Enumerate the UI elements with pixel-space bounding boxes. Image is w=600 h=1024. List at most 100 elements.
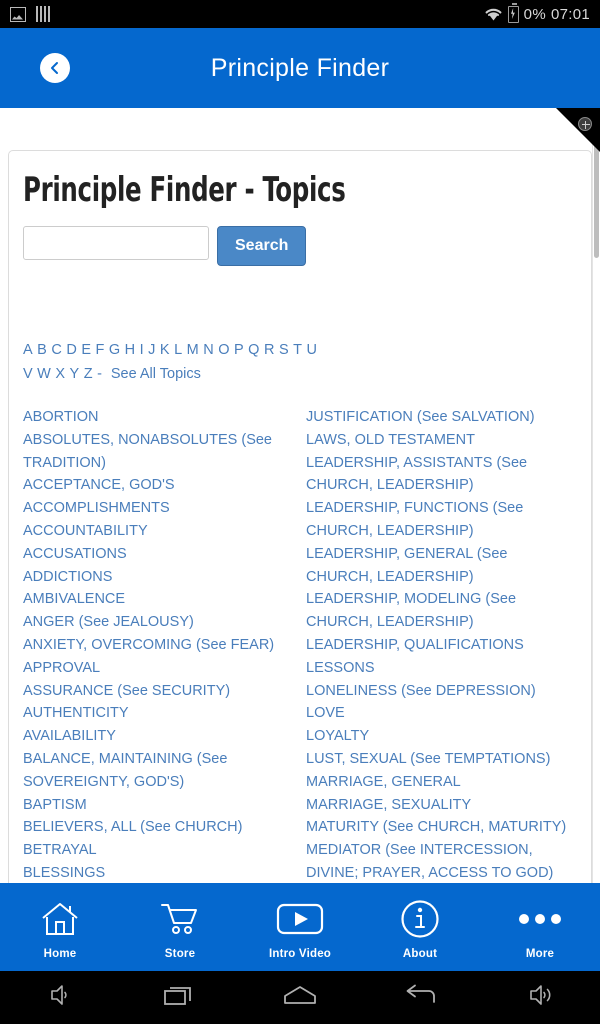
alphabet-row-1: ABCDEFGHIJKLMNOPQRSTU (23, 338, 577, 362)
status-bar-right-icons: 0% 07:01 (484, 3, 590, 23)
topics-column-right: JUSTIFICATION (See SALVATION) LAWS, OLD T… (300, 406, 577, 883)
alpha-link-c[interactable]: C (51, 342, 61, 358)
topic-link[interactable]: BAPTISM (23, 794, 284, 817)
alpha-link-y[interactable]: Y (70, 366, 80, 382)
battery-charging-icon (507, 3, 519, 23)
nav-item-home[interactable]: Home (0, 894, 120, 960)
topic-link[interactable]: ANGER (See JEALOUSY) (23, 611, 284, 634)
alphabet-row-2: VWXYZ- See All Topics (23, 362, 577, 386)
topic-link[interactable]: AVAILABILITY (23, 725, 284, 748)
alpha-link-n[interactable]: N (203, 342, 213, 358)
nav-label-store: Store (164, 948, 196, 960)
nav-label-intro-video: Intro Video (268, 948, 332, 960)
content-scrollbar[interactable] (592, 108, 600, 883)
nav-item-intro-video[interactable]: Intro Video (240, 894, 360, 960)
wifi-icon (484, 7, 503, 21)
topic-link[interactable]: LUST, SEXUAL (See TEMPTATIONS) (306, 748, 573, 771)
nav-label-about: About (402, 948, 438, 960)
topic-link[interactable]: LEADERSHIP, FUNCTIONS (See CHURCH, LEADE… (306, 497, 573, 543)
alphabet-index: ABCDEFGHIJKLMNOPQRSTU VWXYZ- See All Top… (23, 338, 577, 386)
alpha-link-u[interactable]: U (306, 342, 316, 358)
status-bar-left-icons (10, 6, 50, 22)
nav-label-more: More (525, 948, 555, 960)
topic-link[interactable]: BALANCE, MAINTAINING (See SOVEREIGNTY, G… (23, 748, 284, 794)
topic-link[interactable]: LONELINESS (See DEPRESSION) (306, 680, 573, 703)
topic-link[interactable]: MARRIAGE, SEXUALITY (306, 794, 573, 817)
topics-heading: Principle Finder - Topics (23, 170, 346, 210)
alpha-link-a[interactable]: A (23, 342, 33, 358)
search-button[interactable]: Search (217, 226, 307, 267)
plus-circle-icon[interactable] (578, 117, 592, 131)
topic-link[interactable]: AUTHENTICITY (23, 702, 284, 725)
alpha-link-m[interactable]: M (187, 342, 199, 358)
alpha-link-e[interactable]: E (81, 342, 91, 358)
alpha-link-r[interactable]: R (264, 342, 274, 358)
alpha-link-j[interactable]: J (148, 342, 155, 358)
alpha-link-b[interactable]: B (37, 342, 47, 358)
topic-link[interactable]: LEADERSHIP, QUALIFICATIONS (306, 634, 573, 657)
volume-down-button[interactable] (0, 983, 120, 1012)
alpha-link-l[interactable]: L (174, 342, 182, 358)
topic-link[interactable]: LOVE (306, 702, 573, 725)
alpha-link-k[interactable]: K (160, 342, 170, 358)
alpha-link-g[interactable]: G (109, 342, 120, 358)
nav-item-about[interactable]: About (360, 894, 480, 960)
alpha-link-s[interactable]: S (279, 342, 289, 358)
nav-item-store[interactable]: Store (120, 894, 240, 960)
topic-link[interactable]: ABSOLUTES, NONABSOLUTES (See TRADITION) (23, 429, 284, 475)
home-icon (282, 983, 318, 1012)
alpha-link-i[interactable]: I (140, 342, 144, 358)
topic-link[interactable]: ABORTION (23, 406, 284, 429)
nav-label-home: Home (43, 948, 77, 960)
ellipsis-icon (518, 898, 562, 940)
alpha-link-v[interactable]: V (23, 366, 33, 382)
search-input[interactable] (23, 226, 209, 261)
topic-link[interactable]: MEDIATOR (See INTERCESSION, DIVINE; PRAY… (306, 839, 573, 883)
topic-link[interactable]: ACCUSATIONS (23, 543, 284, 566)
recents-button[interactable] (120, 983, 240, 1012)
topic-link[interactable]: LESSONS (306, 657, 573, 680)
see-all-topics-link[interactable]: See All Topics (111, 366, 201, 382)
play-video-icon (276, 898, 324, 940)
topic-link[interactable]: ASSURANCE (See SECURITY) (23, 680, 284, 703)
volume-up-icon (525, 983, 555, 1012)
topics-column-left: ABORTION ABSOLUTES, NONABSOLUTES (See TRA… (23, 406, 300, 883)
topic-link[interactable]: AMBIVALENCE (23, 588, 284, 611)
topic-link[interactable]: ADDICTIONS (23, 566, 284, 589)
topic-link[interactable]: LOYALTY (306, 725, 573, 748)
home-button[interactable] (240, 983, 360, 1012)
info-circle-icon (400, 898, 440, 940)
nav-item-more[interactable]: More (480, 894, 600, 960)
alpha-link-z[interactable]: Z (84, 366, 93, 382)
topic-link[interactable]: LEADERSHIP, MODELING (See CHURCH, LEADER… (306, 588, 573, 634)
clock-label: 07:01 (550, 5, 590, 23)
alpha-link-d[interactable]: D (66, 342, 76, 358)
back-button[interactable] (360, 983, 480, 1012)
topic-link[interactable]: LAWS, OLD TESTAMENT (306, 429, 573, 452)
topic-link[interactable]: JUSTIFICATION (See SALVATION) (306, 406, 573, 429)
topic-link[interactable]: BETRAYAL (23, 839, 284, 862)
topic-link[interactable]: MATURITY (See CHURCH, MATURITY) (306, 816, 573, 839)
app-header-bar: Principle Finder (0, 28, 600, 108)
alpha-link-p[interactable]: P (234, 342, 244, 358)
topic-link[interactable]: LEADERSHIP, ASSISTANTS (See CHURCH, LEAD… (306, 452, 573, 498)
alpha-link-f[interactable]: F (95, 342, 104, 358)
alpha-link-w[interactable]: W (37, 366, 51, 382)
topic-link[interactable]: BLESSINGS (23, 862, 284, 883)
topic-link[interactable]: APPROVAL (23, 657, 284, 680)
topic-link[interactable]: ACCOMPLISHMENTS (23, 497, 284, 520)
topic-link[interactable]: ACCEPTANCE, GOD'S (23, 474, 284, 497)
topic-link[interactable]: ACCOUNTABILITY (23, 520, 284, 543)
alpha-link-x[interactable]: X (55, 366, 65, 382)
topic-link[interactable]: ANXIETY, OVERCOMING (See FEAR) (23, 634, 284, 657)
bottom-navigation-bar: Home Store Intro Video About More (0, 883, 600, 971)
alpha-link-q[interactable]: Q (248, 342, 259, 358)
back-button[interactable] (40, 53, 70, 83)
topic-link[interactable]: BELIEVERS, ALL (See CHURCH) (23, 816, 284, 839)
alpha-link-h[interactable]: H (125, 342, 135, 358)
topic-link[interactable]: MARRIAGE, GENERAL (306, 771, 573, 794)
volume-up-button[interactable] (480, 983, 600, 1012)
alpha-link-o[interactable]: O (218, 342, 229, 358)
alpha-link-t[interactable]: T (293, 342, 302, 358)
topic-link[interactable]: LEADERSHIP, GENERAL (See CHURCH, LEADERS… (306, 543, 573, 589)
